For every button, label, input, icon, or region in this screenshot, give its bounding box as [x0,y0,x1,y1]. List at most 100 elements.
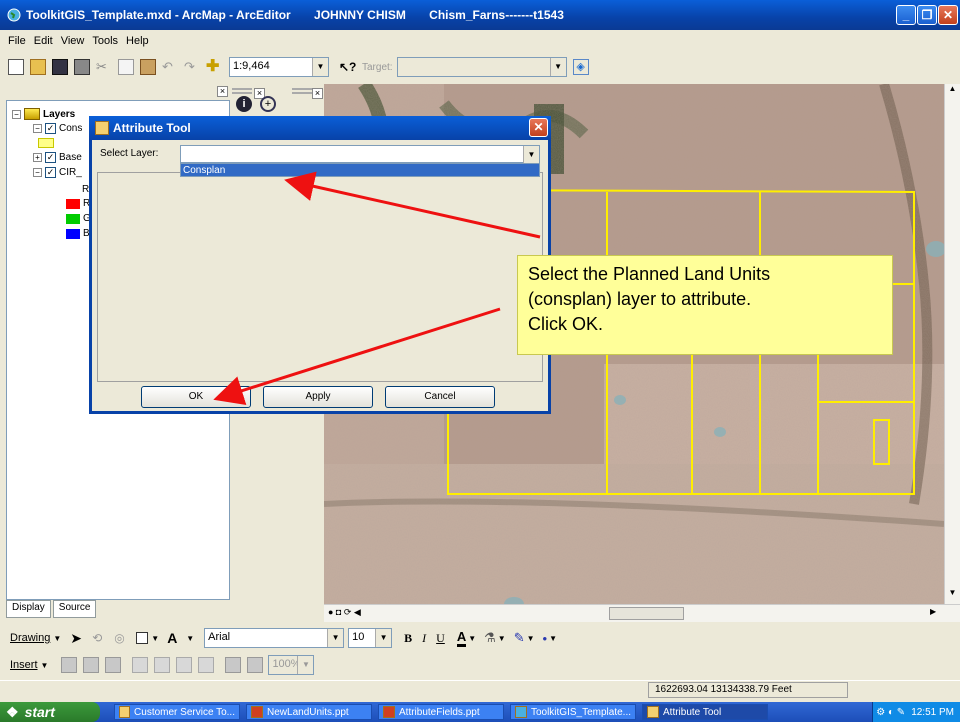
zoom-whole-icon[interactable] [132,657,149,673]
paste-icon[interactable] [140,59,156,75]
map-vertical-scrollbar[interactable]: ▲ ▼ [944,84,960,604]
layer-checkbox[interactable]: ✓ [45,123,56,134]
chevron-down-icon[interactable]: ▼ [468,634,476,643]
taskbar-item-active[interactable]: Attribute Tool [642,704,768,720]
drawing-menu[interactable]: Drawing [10,632,50,644]
save-icon[interactable] [52,59,68,75]
chevron-down-icon[interactable]: ▼ [527,634,535,643]
close-icon[interactable]: × [312,88,323,99]
taskbar-item[interactable]: Customer Service To... [114,704,240,720]
map-horizontal-scrollbar[interactable]: ● ◘ ⟳ ◀ ▶ [324,604,960,622]
identify-icon[interactable]: i [236,96,252,112]
rotate-icon[interactable]: ⟲ [92,630,108,646]
toc-layer-row[interactable]: + ✓ Base [33,152,82,163]
toc-root-row[interactable]: − Layers [12,108,75,120]
chevron-down-icon[interactable]: ▼ [53,634,61,643]
menu-tools[interactable]: Tools [92,35,118,47]
bold-button[interactable]: B [404,631,412,646]
close-button[interactable]: ✕ [938,5,958,25]
menu-file[interactable]: File [8,35,26,47]
dialog-close-button[interactable]: ✕ [529,118,548,137]
dialog-title-bar[interactable]: Attribute Tool ✕ [89,116,551,140]
chevron-down-icon[interactable]: ▼ [312,58,328,76]
fill-color-icon[interactable]: ⚗ [484,630,496,646]
fixed-zoom-in-icon[interactable] [176,657,193,673]
new-text-icon[interactable]: A [167,630,183,646]
font-color-icon[interactable]: A [456,629,467,647]
select-elements-icon[interactable]: ➤ [70,630,86,646]
zoom-percent-combo[interactable]: 100% ▼ [268,655,315,675]
tray-icons[interactable]: ⚙ ◐ ✎ [876,707,905,718]
print-icon[interactable] [74,59,90,75]
fixed-zoom-out-icon[interactable] [198,657,215,673]
tab-source[interactable]: Source [52,600,97,618]
taskbar-item[interactable]: AttributeFields.ppt [378,704,504,720]
toc-layer-row[interactable]: − ✓ CIR_ [33,167,82,178]
apply-button[interactable]: Apply [263,386,373,408]
scroll-down-icon[interactable]: ▼ [946,588,959,602]
chevron-down-icon[interactable]: ▼ [549,58,566,76]
layer-option-consplan[interactable]: Consplan [180,163,540,177]
scroll-up-icon[interactable]: ▲ [946,84,959,98]
copy-icon[interactable] [118,59,134,75]
zoom-out-fixed-icon[interactable] [83,657,100,673]
taskbar-item[interactable]: ToolkitGIS_Template... [510,704,636,720]
chevron-down-icon[interactable]: ▼ [523,146,539,164]
layer-checkbox[interactable]: ✓ [45,152,56,163]
add-data-icon[interactable]: ✚ [206,59,222,75]
minimize-button[interactable]: _ [896,5,916,25]
line-color-icon[interactable]: ✎ [514,630,525,646]
scroll-thumb[interactable] [609,607,684,620]
redo-icon[interactable]: ↷ [184,59,200,75]
close-icon[interactable]: × [217,86,228,97]
chevron-down-icon[interactable]: ▼ [549,634,557,643]
window-title-bar[interactable]: ToolkitGIS_Template.mxd - ArcMap - ArcEd… [0,0,960,30]
font-size-combo[interactable]: 10 ▼ [348,628,393,648]
undo-icon[interactable]: ↶ [162,59,178,75]
ok-button[interactable]: OK [141,386,251,408]
collapse-icon[interactable]: − [33,168,42,177]
expand-icon[interactable]: + [33,153,42,162]
tab-display[interactable]: Display [6,600,51,618]
marker-color-icon[interactable]: • [543,631,548,646]
toc-layer-row[interactable]: − ✓ Cons [33,123,82,134]
menu-view[interactable]: View [61,35,85,47]
underline-button[interactable]: U [436,631,445,646]
rectangle-icon[interactable] [136,632,149,644]
collapse-icon[interactable]: − [12,109,21,119]
start-button[interactable]: ❖ start [0,702,100,722]
italic-button[interactable]: I [422,631,426,646]
chevron-down-icon[interactable]: ▼ [186,634,194,643]
chevron-down-icon[interactable]: ▼ [297,656,314,674]
toolbar-grip[interactable] [292,88,312,94]
chevron-down-icon[interactable]: ▼ [41,661,49,670]
select-layer-combo[interactable]: ▼ [180,145,540,164]
chevron-down-icon[interactable]: ▼ [498,634,506,643]
layer-checkbox[interactable]: ✓ [45,167,56,178]
scroll-right-icon[interactable]: ▶ [930,607,936,616]
forward-extent-icon[interactable] [247,657,264,673]
menu-help[interactable]: Help [126,35,149,47]
layout-view-icons[interactable]: ● ◘ ⟳ ◀ [328,607,361,618]
menu-edit[interactable]: Edit [34,35,53,47]
zoom-100-icon[interactable] [154,657,171,673]
zoom-in-icon[interactable]: + [260,96,276,112]
chevron-down-icon[interactable]: ▼ [327,629,344,647]
toolbar-grip[interactable] [232,88,252,94]
pan-icon[interactable] [105,657,122,673]
zoom-in-fixed-icon[interactable] [61,657,78,673]
scale-combo[interactable]: 1:9,464 ▼ [229,57,329,77]
open-folder-icon[interactable] [30,59,46,75]
chevron-down-icon[interactable]: ▼ [375,629,392,647]
new-document-icon[interactable] [8,59,24,75]
restore-button[interactable]: ❐ [917,5,937,25]
taskbar-item[interactable]: NewLandUnits.ppt [246,704,372,720]
collapse-icon[interactable]: − [33,124,42,133]
cut-icon[interactable]: ✂ [96,59,112,75]
target-combo[interactable]: ▼ [396,57,567,77]
cancel-button[interactable]: Cancel [385,386,495,408]
font-combo[interactable]: Arial ▼ [204,628,345,648]
whats-this-icon[interactable]: ↖? [339,59,356,75]
chevron-down-icon[interactable]: ▼ [151,634,159,643]
editor-icon[interactable]: ◈ [572,59,589,75]
